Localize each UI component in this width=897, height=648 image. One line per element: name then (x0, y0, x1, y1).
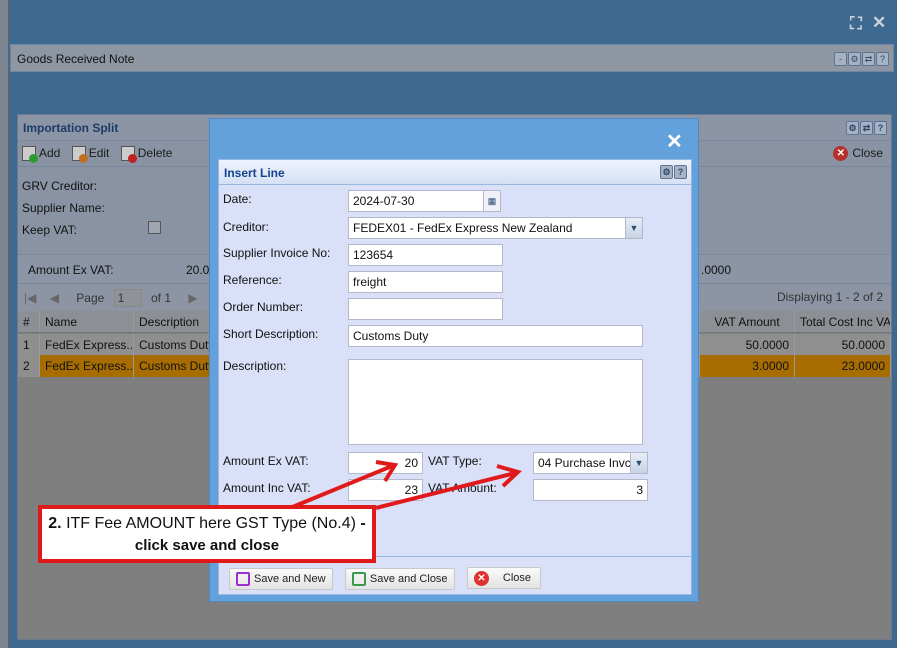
callout-number: 2. (48, 515, 62, 532)
callout-text: ITF Fee AMOUNT here GST Type (No.4) (66, 515, 356, 532)
annotation-callout: 2. ITF Fee AMOUNT here GST Type (No.4) -… (38, 505, 376, 563)
callout-instruction: click save and close (134, 537, 280, 554)
callout-dash: - (360, 515, 366, 532)
arrow-to-amount (289, 464, 393, 510)
arrow-to-vat-type (375, 471, 516, 510)
